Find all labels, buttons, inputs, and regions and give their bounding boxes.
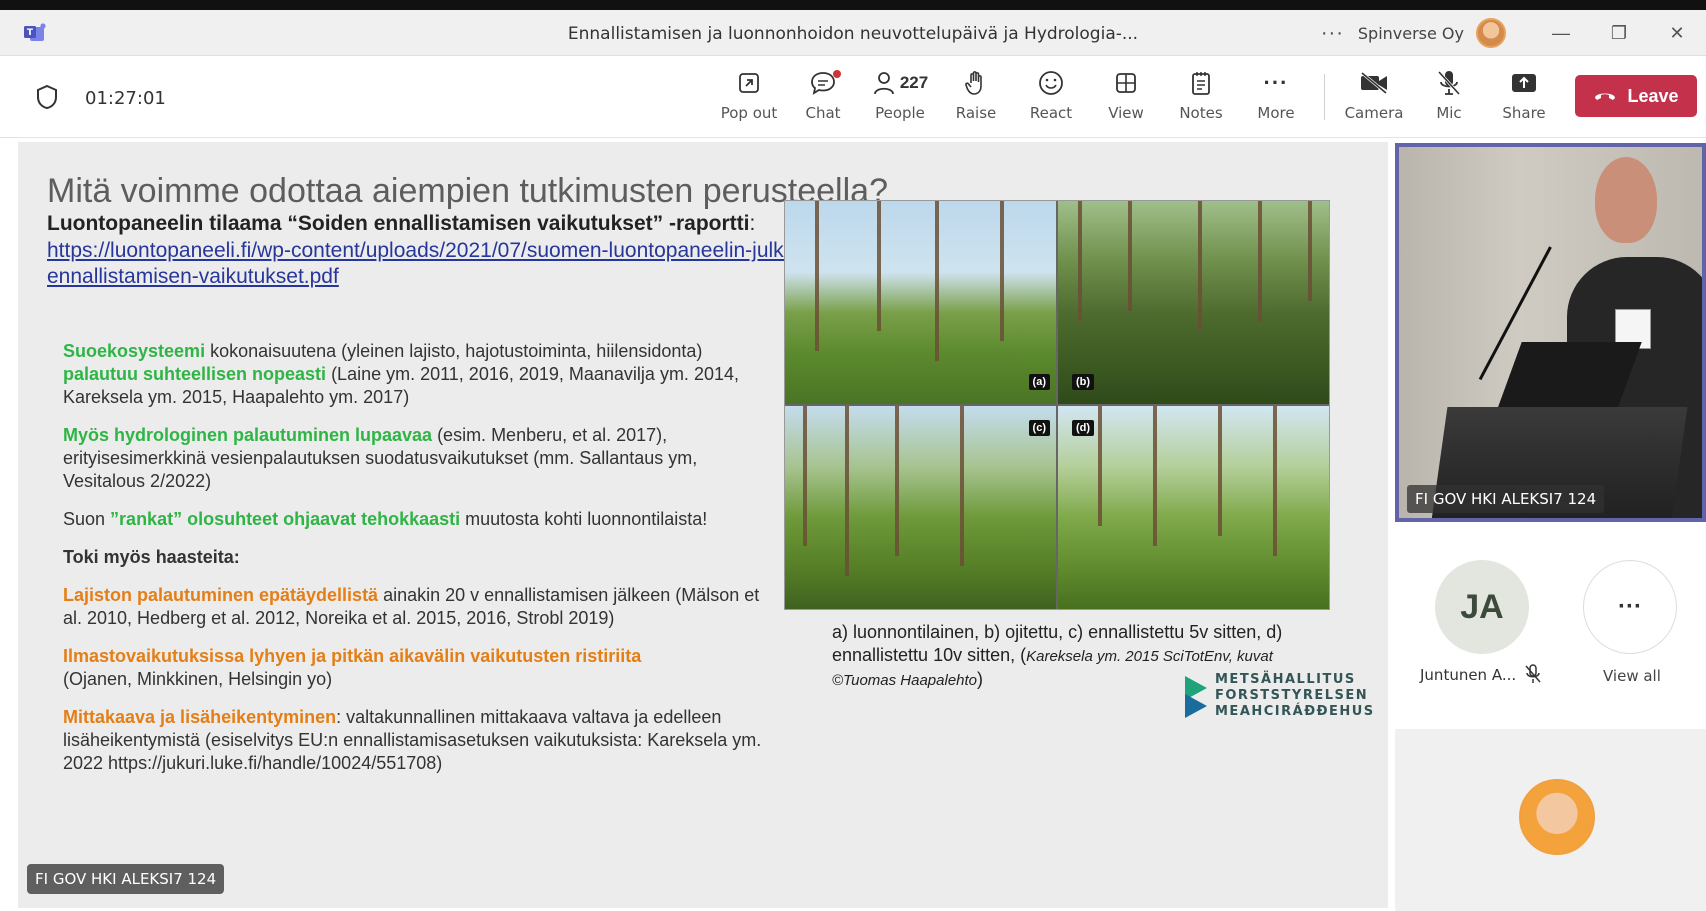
bullet-5: Lajiston palautuminen epätäydellistä ain… — [63, 584, 763, 630]
bullet-3: Suon ”rankat” olosuhteet ohjaavat tehokk… — [63, 508, 763, 531]
participant-name-ja: Juntunen A... — [1420, 666, 1517, 684]
photo-tag-a: (a) — [1028, 374, 1050, 390]
photo-restored-10y: (d) — [1058, 406, 1329, 609]
slide-subtitle-text: Luontopaneelin tilaama “Soiden ennallist… — [47, 212, 750, 235]
self-avatar — [1519, 779, 1595, 855]
share-icon — [1510, 66, 1538, 100]
speaker-video-tile[interactable]: FI GOV HKI ALEKSI7 124 — [1395, 143, 1706, 522]
speaker-name-label: FI GOV HKI ALEKSI7 124 — [1407, 485, 1605, 513]
mic-off-icon — [1436, 66, 1462, 100]
popout-label: Pop out — [720, 104, 778, 122]
laptop — [1496, 342, 1642, 412]
mic-button[interactable]: Mic — [1413, 66, 1485, 128]
photo-drained: (b) — [1058, 201, 1329, 404]
bullet-1: Suoekosysteemi kokonaisuutena (yleinen l… — [63, 340, 763, 409]
camera-off-icon — [1359, 66, 1389, 100]
chat-unread-dot — [833, 70, 841, 78]
bullet-3-text-b: muutosta kohti luonnontilaista! — [460, 509, 708, 529]
close-button[interactable]: ✕ — [1648, 23, 1706, 44]
people-icon-wrap: 227 — [872, 66, 928, 100]
chat-label: Chat — [805, 104, 841, 122]
photo-natural-state: (a) — [785, 201, 1056, 404]
chat-button[interactable]: Chat — [787, 66, 859, 128]
restore-button[interactable]: ❐ — [1590, 23, 1648, 44]
minimize-button[interactable]: — — [1532, 23, 1590, 44]
more-options-icon[interactable]: ··· — [1321, 22, 1344, 45]
slide-subtitle-colon: : — [749, 212, 756, 235]
popout-icon — [737, 66, 761, 100]
notes-button[interactable]: Notes — [1165, 66, 1237, 128]
bullet-7: Mittakaava ja lisäheikentyminen: valtaku… — [63, 706, 763, 775]
more-icon: ··· — [1263, 70, 1289, 95]
camera-button[interactable]: Camera — [1338, 66, 1410, 128]
react-label: React — [1029, 104, 1073, 122]
bullet-6: Ilmastovaikutuksissa lyhyen ja pitkän ai… — [63, 645, 763, 691]
challenges-heading: Toki myös haasteita: — [63, 547, 240, 567]
leave-label: Leave — [1627, 85, 1679, 106]
mic-label: Mic — [1436, 104, 1462, 122]
meeting-toolbar: 01:27:01 Pop out Chat 227 People Raise R… — [0, 56, 1706, 138]
people-count: 227 — [899, 73, 929, 92]
bullet-3-text-a: Suon — [63, 509, 111, 529]
logo-line-3: MEAHCIRÁĐĐEHUS — [1215, 704, 1375, 719]
people-button[interactable]: 227 People — [864, 66, 936, 128]
raise-hand-icon — [964, 66, 988, 100]
phone-hangup-icon — [1593, 86, 1617, 107]
bullet-6-highlight: Ilmastovaikutuksissa lyhyen ja pitkän ai… — [63, 646, 642, 666]
shield-icon[interactable] — [36, 84, 58, 110]
slide-bullets: Suoekosysteemi kokonaisuutena (yleinen l… — [63, 340, 763, 790]
bullet-1-text-a: kokonaisuutena (yleinen lajisto, hajotus… — [205, 341, 703, 361]
bullet-2: Myös hydrologinen palautuminen lupaavaa … — [63, 424, 763, 493]
popout-button[interactable]: Pop out — [713, 66, 785, 128]
meeting-timer: 01:27:01 — [85, 88, 166, 109]
photo-tag-d: (d) — [1072, 420, 1095, 436]
leave-button[interactable]: Leave — [1575, 75, 1697, 117]
bullet-5-highlight: Lajiston palautuminen epätäydellistä — [63, 585, 379, 605]
chat-icon — [809, 66, 841, 100]
people-icon — [873, 72, 894, 95]
notes-icon — [1190, 66, 1212, 100]
raise-label: Raise — [955, 104, 997, 122]
photo-tag-b: (b) — [1072, 374, 1095, 390]
caption-end: ) — [977, 669, 984, 689]
logo-line-1: METSÄHALLITUS — [1215, 672, 1356, 687]
bullet-2-highlight: Myös hydrologinen palautuminen lupaavaa — [63, 425, 433, 445]
notes-label: Notes — [1179, 104, 1223, 122]
more-button[interactable]: ··· More — [1240, 66, 1312, 128]
camera-label: Camera — [1344, 104, 1404, 122]
more-label: More — [1257, 104, 1295, 122]
metsahallitus-mark-icon — [1185, 676, 1207, 718]
peatland-photo-grid: (a) (b) (c) (d) — [784, 200, 1330, 610]
share-label: Share — [1502, 104, 1546, 122]
bullet-7-highlight: Mittakaava ja lisäheikentyminen — [63, 707, 337, 727]
view-button[interactable]: View — [1090, 66, 1162, 128]
photo-tag-c: (c) — [1028, 420, 1050, 436]
view-label: View — [1108, 104, 1144, 122]
react-button[interactable]: React — [1015, 66, 1087, 128]
participant-avatar-ja[interactable]: JA — [1435, 560, 1529, 654]
view-icon — [1114, 66, 1138, 100]
bullet-1-highlight-b: palautuu suhteellisen nopeasti — [63, 364, 327, 384]
metsahallitus-logo: METSÄHALLITUS FORSTSTYRELSEN MEAHCIRÁĐĐE… — [1183, 672, 1375, 720]
react-icon — [1038, 66, 1064, 100]
people-label: People — [875, 104, 925, 122]
slide-title: Mitä voimme odottaa aiempien tutkimusten… — [47, 172, 888, 210]
bullet-6-text: (Ojanen, Minkkinen, Helsingin yo) — [63, 669, 333, 689]
title-bar: T Ennallistamisen ja luonnonhoidon neuvo… — [0, 10, 1706, 56]
raise-hand-button[interactable]: Raise — [940, 66, 1012, 128]
toolbar-divider — [1324, 74, 1325, 120]
account-avatar[interactable] — [1476, 18, 1506, 48]
org-name[interactable]: Spinverse Oy — [1358, 24, 1464, 43]
bullet-1-highlight-a: Suoekosysteemi — [63, 341, 206, 361]
view-all-label[interactable]: View all — [1603, 667, 1661, 685]
view-all-button[interactable]: ··· — [1583, 560, 1677, 654]
bullet-3-highlight: ”rankat” olosuhteet ohjaavat tehokkaasti — [110, 509, 461, 529]
photo-restored-5y: (c) — [785, 406, 1056, 609]
presenter-name-tag: FI GOV HKI ALEKSI7 124 — [27, 864, 225, 894]
muted-mic-icon — [1524, 664, 1542, 689]
share-button[interactable]: Share — [1488, 66, 1560, 128]
slide-subtitle: Luontopaneelin tilaama “Soiden ennallist… — [47, 212, 755, 236]
logo-line-2: FORSTSTYRELSEN — [1215, 688, 1369, 703]
window-top-edge — [0, 0, 1706, 10]
